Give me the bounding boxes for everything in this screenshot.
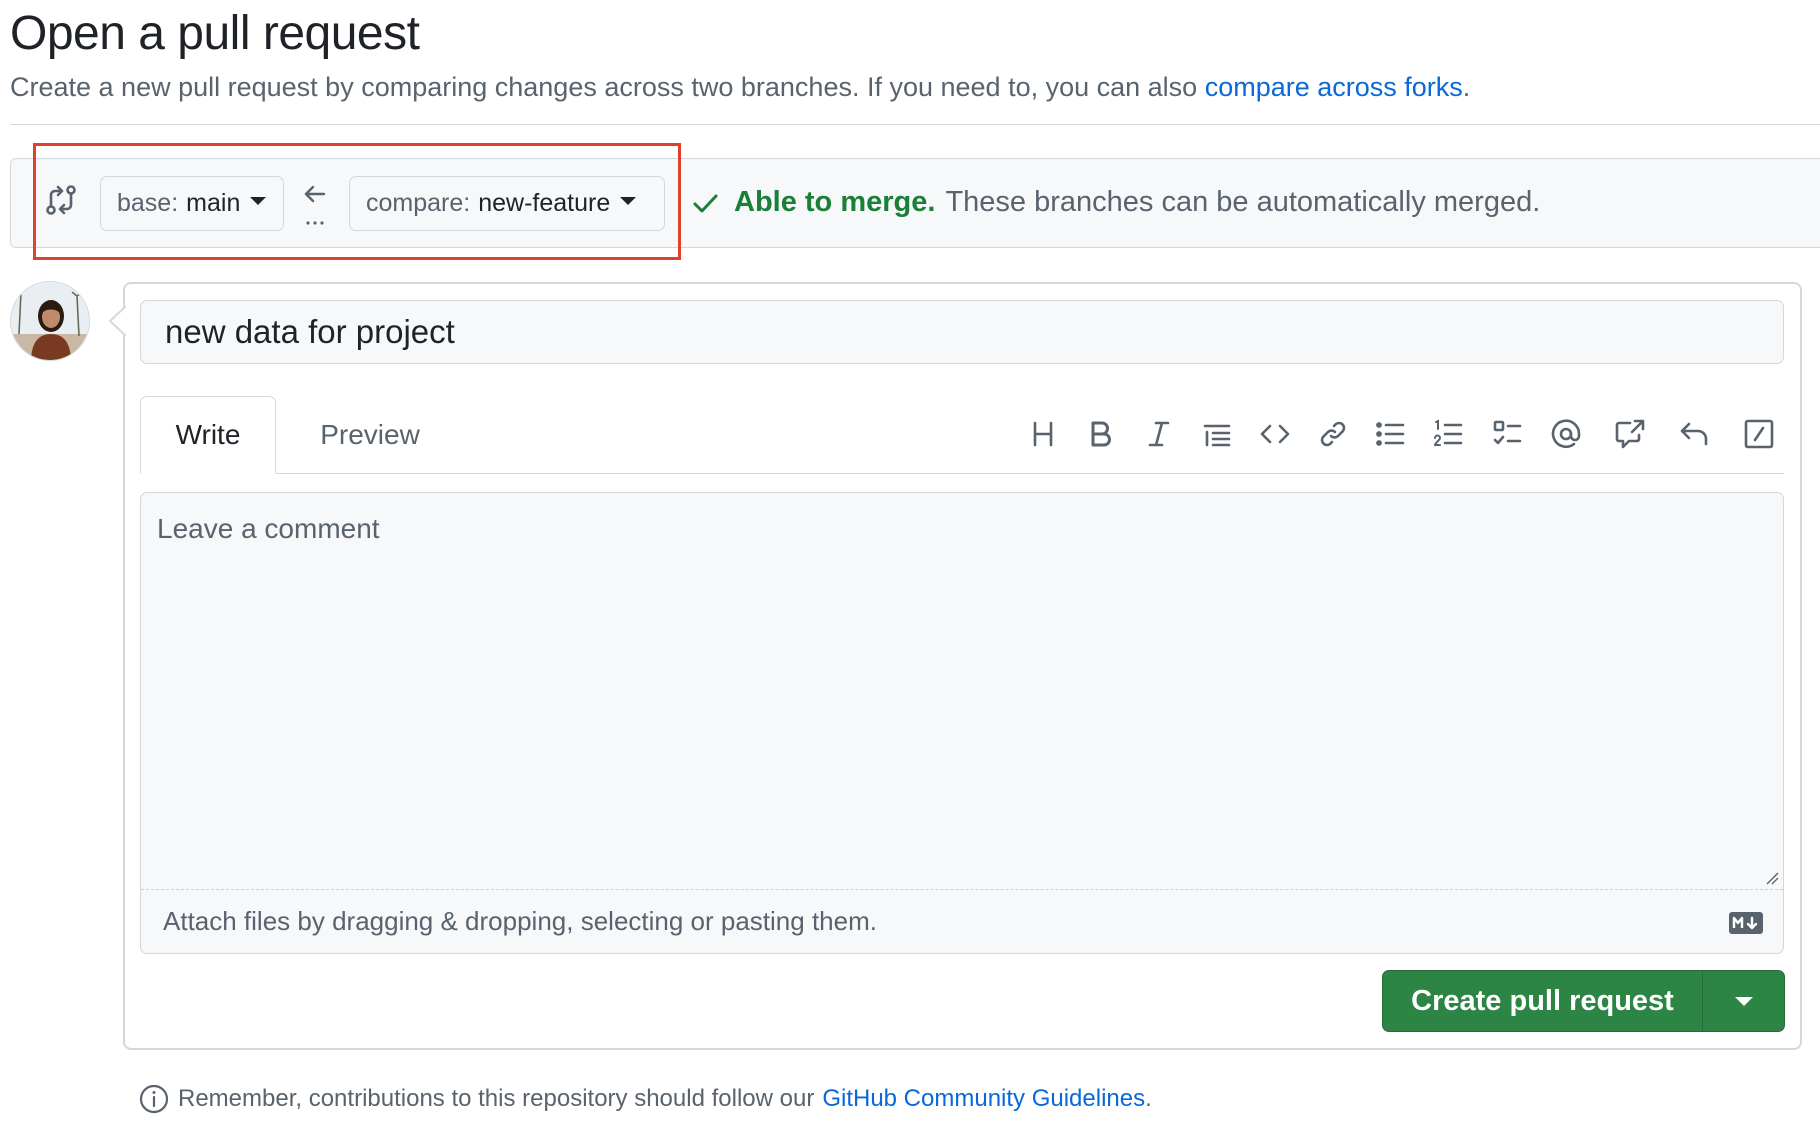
speech-pointer: [108, 306, 126, 336]
tab-write[interactable]: Write: [140, 396, 276, 474]
comment-box: Attach files by dragging & dropping, sel…: [140, 492, 1784, 954]
slash-commands-icon[interactable]: [1739, 412, 1779, 456]
attach-text: Attach files by dragging & dropping, sel…: [163, 906, 877, 936]
subtitle-end: .: [1462, 72, 1471, 102]
avatar-image: [11, 282, 89, 360]
tab-preview[interactable]: Preview: [290, 396, 450, 474]
italic-icon[interactable]: [1139, 412, 1179, 456]
quote-icon[interactable]: [1197, 412, 1237, 456]
create-pull-request-button-group: Create pull request: [1382, 970, 1785, 1032]
merge-ok-text: Able to merge.: [734, 186, 936, 218]
info-icon: [139, 1084, 169, 1114]
attach-files-bar[interactable]: Attach files by dragging & dropping, sel…: [141, 889, 1783, 953]
avatar[interactable]: [10, 281, 90, 361]
compare-across-forks-link[interactable]: compare across forks: [1205, 72, 1463, 102]
merge-status: Able to merge. These branches can be aut…: [690, 186, 1540, 219]
footer-note: Remember, contributions to this reposito…: [138, 1083, 1152, 1115]
heading-icon[interactable]: [1023, 412, 1063, 456]
unordered-list-icon[interactable]: [1371, 412, 1411, 456]
divider: [10, 124, 1820, 125]
pr-title-input[interactable]: [140, 300, 1784, 364]
subtitle-text: Create a new pull request by comparing c…: [10, 72, 1198, 102]
footer-text: Remember, contributions to this reposito…: [178, 1085, 815, 1112]
reply-icon[interactable]: [1674, 412, 1714, 456]
link-icon[interactable]: [1313, 412, 1353, 456]
merge-message: These branches can be automatically merg…: [945, 186, 1541, 218]
ordered-list-icon[interactable]: [1429, 412, 1469, 456]
create-options-dropdown[interactable]: [1703, 971, 1784, 1031]
markdown-icon: [1729, 912, 1763, 934]
page-title: Open a pull request: [10, 7, 420, 60]
check-icon: [693, 194, 718, 212]
cross-reference-icon[interactable]: [1610, 412, 1650, 456]
mention-icon[interactable]: [1546, 412, 1586, 456]
bold-icon[interactable]: [1081, 412, 1121, 456]
create-pull-request-button[interactable]: Create pull request: [1383, 971, 1703, 1031]
highlight-box: [33, 143, 681, 260]
community-guidelines-link[interactable]: GitHub Community Guidelines: [822, 1085, 1145, 1113]
resize-handle[interactable]: [1765, 871, 1779, 885]
code-icon[interactable]: [1255, 412, 1295, 456]
caret-down-icon: [1734, 996, 1753, 1006]
footer-end: .: [1145, 1085, 1152, 1112]
page-subtitle: Create a new pull request by comparing c…: [10, 72, 1470, 103]
task-list-icon[interactable]: [1488, 412, 1528, 456]
comment-textarea[interactable]: [141, 493, 1783, 889]
